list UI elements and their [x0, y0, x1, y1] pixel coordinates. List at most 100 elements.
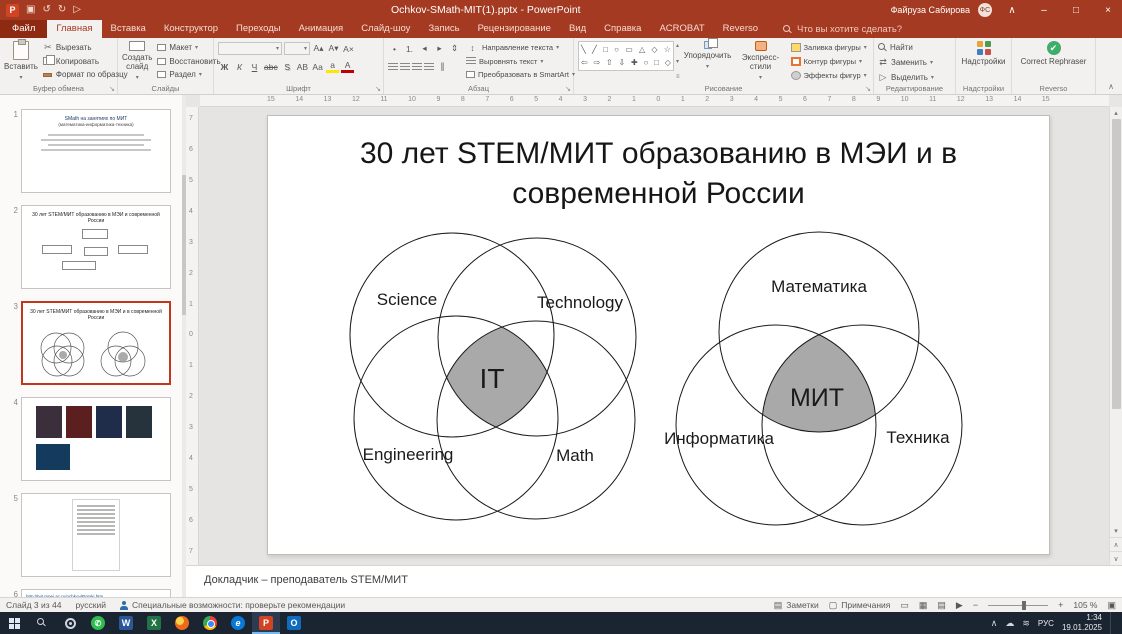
convert-smartart-button[interactable]: Преобразовать в SmartArt▾: [466, 69, 575, 82]
align-text-button[interactable]: Выровнять текст▾: [466, 55, 575, 68]
venn-label-informatika[interactable]: Информатика: [664, 429, 774, 448]
gallery-more-icon[interactable]: ≡: [676, 74, 680, 80]
taskbar-whatsapp[interactable]: ✆: [84, 612, 112, 634]
decrease-indent-button[interactable]: ◂: [418, 42, 431, 55]
grow-font-button[interactable]: А▴: [312, 42, 325, 55]
tell-me-search[interactable]: Что вы хотите сделать?: [783, 20, 902, 38]
align-center-icon[interactable]: [400, 63, 410, 71]
scroll-down-icon[interactable]: ▾: [1114, 525, 1118, 537]
zoom-out-button[interactable]: −: [973, 600, 978, 610]
clock[interactable]: 1:34 19.01.2025: [1062, 613, 1102, 633]
powerpoint-app-icon[interactable]: P: [6, 4, 19, 17]
highlight-color-button[interactable]: а: [326, 60, 339, 73]
justify-icon[interactable]: [424, 63, 434, 71]
venn-diagrams[interactable]: Science Technology Engineering Math Мате…: [268, 116, 1051, 556]
ribbon-display-options-button[interactable]: ∧: [1000, 0, 1024, 20]
network-icon[interactable]: ≋: [1022, 618, 1030, 629]
undo-icon[interactable]: ↺: [42, 5, 50, 15]
cut-button[interactable]: ✂Вырезать: [43, 41, 128, 54]
venn-center-mit[interactable]: МИТ: [790, 384, 844, 412]
scrollbar-thumb[interactable]: [1112, 119, 1121, 409]
accessibility-check[interactable]: Специальные возможности: проверьте реком…: [120, 600, 345, 610]
drawing-dialog-launcher[interactable]: ↘: [865, 85, 871, 93]
clear-formatting-button[interactable]: А×: [342, 42, 355, 55]
zoom-level[interactable]: 105 %: [1073, 600, 1097, 610]
language-indicator[interactable]: русский: [75, 600, 106, 610]
character-spacing-button[interactable]: АВ: [296, 60, 309, 73]
next-slide-button[interactable]: ∨: [1110, 551, 1122, 565]
start-button[interactable]: [0, 612, 28, 634]
notes-toggle-button[interactable]: ▤Заметки: [774, 600, 819, 611]
vertical-scrollbar[interactable]: ▴ ▾ ∧ ∨: [1109, 107, 1122, 565]
section-button[interactable]: Раздел▾: [157, 68, 220, 81]
taskbar-firefox[interactable]: [168, 612, 196, 634]
taskbar-chrome[interactable]: [196, 612, 224, 634]
minimize-button[interactable]: –: [1032, 0, 1056, 20]
fit-to-window-button[interactable]: ▣: [1107, 600, 1116, 611]
addins-button[interactable]: Надстройки: [960, 41, 1007, 67]
taskbar-excel[interactable]: X: [140, 612, 168, 634]
save-icon[interactable]: ▣: [26, 5, 35, 15]
shapes-gallery[interactable]: ╲╱□○▭△◇☆ ⇦⇨⇧⇩✚○□◇: [578, 41, 674, 71]
maximize-button[interactable]: □: [1064, 0, 1088, 20]
quick-styles-button[interactable]: Экспресс-стили ▾: [736, 41, 786, 81]
reset-button[interactable]: Восстановить: [157, 55, 220, 68]
zoom-slider[interactable]: [988, 605, 1048, 606]
slide-thumb-4[interactable]: 4: [6, 397, 185, 481]
paragraph-dialog-launcher[interactable]: ↘: [565, 85, 571, 93]
slide-thumbnail-6[interactable]: 6 http://twt.mpei.ac.ru/ochkov/Potoki.ht…: [6, 589, 185, 597]
account-name[interactable]: Файруза Сабирова: [891, 5, 970, 15]
select-button[interactable]: ▷Выделить▾: [878, 71, 951, 84]
slide-canvas[interactable]: 30 лет STEM/МИТ образованию в МЭИ и в со…: [200, 107, 1109, 565]
copy-button[interactable]: Копировать: [43, 55, 128, 68]
font-color-button[interactable]: А: [341, 60, 354, 73]
shape-effects-button[interactable]: Эффекты фигур▾: [791, 69, 867, 81]
change-case-button[interactable]: Аа: [311, 60, 324, 73]
increase-indent-button[interactable]: ▸: [433, 42, 446, 55]
tab-acrobat[interactable]: ACROBAT: [650, 20, 713, 38]
tab-home[interactable]: Главная: [47, 20, 101, 38]
tab-transitions[interactable]: Переходы: [227, 20, 290, 38]
notes-pane[interactable]: Докладчик – преподаватель STEM/МИТ: [186, 565, 1122, 597]
settings-button[interactable]: [56, 612, 84, 634]
find-button[interactable]: Найти: [878, 41, 951, 54]
tab-view[interactable]: Вид: [560, 20, 595, 38]
align-right-icon[interactable]: [412, 63, 422, 71]
gallery-up-icon[interactable]: ▴: [676, 42, 680, 49]
venn-label-science[interactable]: Science: [377, 290, 437, 309]
venn-label-matematika[interactable]: Математика: [771, 277, 867, 296]
start-slideshow-icon[interactable]: ▷: [73, 5, 81, 15]
format-painter-button[interactable]: Формат по образцу: [43, 68, 128, 81]
font-name-select[interactable]: ▾: [218, 42, 282, 55]
zoom-slider-thumb[interactable]: [1022, 601, 1026, 610]
cloud-icon[interactable]: ☁: [1005, 618, 1014, 629]
slide-thumbnail-2[interactable]: 2 30 лет STEM/МИТ образованию в МЭИ и со…: [6, 205, 185, 289]
font-size-select[interactable]: ▾: [284, 42, 310, 55]
venn-label-tehnika[interactable]: Техника: [886, 428, 950, 447]
venn-label-math[interactable]: Math: [556, 446, 594, 465]
taskbar-outlook[interactable]: O: [280, 612, 308, 634]
font-dialog-launcher[interactable]: ↘: [375, 85, 381, 93]
slide-thumbnail-3-selected[interactable]: 3 30 лет STEM/МИТ образованию в МЭИ и в …: [6, 301, 185, 385]
collapse-ribbon-icon[interactable]: ∧: [1108, 82, 1114, 91]
slide[interactable]: 30 лет STEM/МИТ образованию в МЭИ и в со…: [267, 115, 1050, 555]
replace-button[interactable]: ⇄Заменить▾: [878, 56, 951, 69]
bullets-button[interactable]: •: [388, 42, 401, 55]
zoom-in-button[interactable]: +: [1058, 600, 1063, 610]
tab-insert[interactable]: Вставка: [102, 20, 155, 38]
gallery-down-icon[interactable]: ▾: [676, 58, 680, 65]
previous-slide-button[interactable]: ∧: [1110, 537, 1122, 551]
clipboard-dialog-launcher[interactable]: ↘: [109, 85, 115, 93]
taskbar-edge[interactable]: e: [224, 612, 252, 634]
tab-file[interactable]: Файл: [0, 20, 47, 38]
tab-animations[interactable]: Анимация: [290, 20, 353, 38]
close-button[interactable]: ×: [1096, 0, 1120, 20]
align-left-icon[interactable]: [388, 63, 398, 71]
show-desktop-button[interactable]: [1110, 612, 1114, 634]
taskbar-word[interactable]: W: [112, 612, 140, 634]
slide-sorter-view-button[interactable]: ▦: [919, 600, 928, 611]
reading-view-button[interactable]: ▤: [937, 600, 946, 611]
shrink-font-button[interactable]: А▾: [327, 42, 340, 55]
bold-button[interactable]: Ж: [218, 60, 231, 73]
tab-review[interactable]: Рецензирование: [469, 20, 560, 38]
